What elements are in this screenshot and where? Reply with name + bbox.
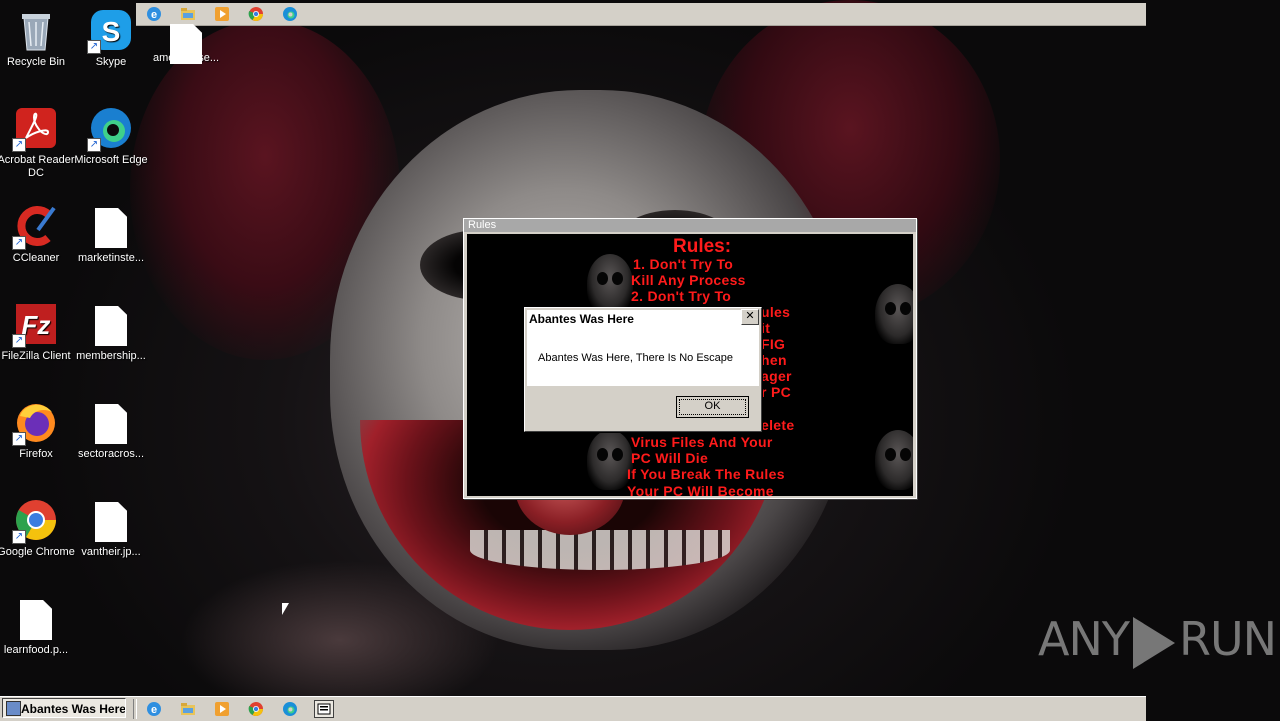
rules-heading: Rules: (673, 236, 732, 257)
desktop-icon-label: FileZilla Client (1, 350, 71, 362)
chrome-icon[interactable] (248, 701, 264, 717)
desktop-icon-filezilla[interactable]: Fz ↗ FileZilla Client (0, 302, 76, 363)
message-box-title-text: Abantes Was Here (529, 312, 634, 326)
shortcut-arrow-icon: ↗ (12, 432, 26, 446)
skull-icon (875, 284, 913, 344)
play-icon (1132, 616, 1175, 669)
message-box-text: Abantes Was Here, There Is No Escape (538, 352, 734, 364)
desktop-icon-label: Acrobat Reader DC (0, 154, 75, 179)
desktop-icon-learnfood[interactable]: learnfood.p... (0, 596, 76, 657)
file-icon (20, 600, 52, 640)
rule-line: ules (761, 304, 791, 320)
desktop-icon-label: marketinste... (77, 252, 145, 264)
file-icon (95, 502, 127, 542)
ie-icon[interactable]: e (146, 701, 162, 717)
firefox-icon: ↗ (12, 400, 58, 446)
edge-icon[interactable] (282, 701, 298, 717)
rules-window-title[interactable]: Rules (464, 219, 916, 232)
watermark-text-left: ANY (1038, 612, 1130, 666)
top-quicklaunch-bar: e (136, 3, 1146, 26)
filezilla-icon: Fz ↗ (12, 302, 58, 348)
file-icon (95, 404, 127, 444)
desktop-icon-label: sectoracros... (77, 448, 145, 460)
desktop-icon-membership[interactable]: membership... (71, 302, 151, 363)
desktop-icon-chrome[interactable]: ↗ Google Chrome (0, 498, 76, 559)
taskbar-button-abantes[interactable]: Abantes Was Here (2, 698, 126, 718)
shortcut-arrow-icon: ↗ (12, 334, 26, 348)
message-box-dialog[interactable]: Abantes Was Here ✕ Abantes Was Here, The… (524, 307, 762, 432)
taskbar-button-label: Abantes Was Here (21, 702, 126, 716)
file-icon (170, 24, 202, 64)
file-icon (95, 208, 127, 248)
close-icon: ✕ (745, 310, 755, 322)
explorer-icon[interactable] (180, 701, 196, 717)
desktop-icon-vantheir[interactable]: vantheir.jp... (71, 498, 151, 559)
rule-line: PC Will Die (631, 450, 709, 466)
skype-icon: S ↗ (87, 8, 133, 54)
rule-line: If You Break The Rules (627, 466, 785, 482)
desktop-icon-label: learnfood.p... (3, 644, 69, 656)
rule-line: Virus Files And Your (631, 434, 773, 450)
shortcut-arrow-icon: ↗ (12, 236, 26, 250)
taskbar-separator (133, 699, 137, 719)
desktop-icon-americanse[interactable]: americanse... (146, 8, 226, 65)
ccleaner-icon: ↗ (12, 204, 58, 250)
ok-button-focus-rect (679, 399, 746, 415)
desktop-icon-firefox[interactable]: ↗ Firefox (0, 400, 76, 461)
rule-line: Your PC Will Become (627, 483, 774, 496)
desktop-icon-acrobat[interactable]: ↗ Acrobat Reader DC (0, 106, 76, 180)
svg-text:S: S (102, 16, 121, 47)
edge-icon: ↗ (87, 106, 133, 152)
desktop-icon-label: Skype (95, 56, 127, 68)
chrome-icon[interactable] (248, 6, 264, 22)
desktop-icon-skype[interactable]: S ↗ Skype (71, 8, 151, 69)
skull-icon (875, 430, 913, 490)
app-window-icon[interactable] (314, 700, 334, 718)
rule-line: Kill Any Process (631, 272, 746, 288)
desktop-icon-marketinste[interactable]: marketinste... (71, 204, 151, 265)
edge-icon[interactable] (282, 6, 298, 22)
taskbar: Abantes Was Here e (0, 696, 1146, 721)
shortcut-arrow-icon: ↗ (12, 530, 26, 544)
media-player-icon[interactable] (214, 701, 230, 717)
rule-line: hen (761, 352, 787, 368)
wallpaper-clown-teeth (470, 530, 730, 570)
app-window-icon (6, 701, 21, 716)
mouse-cursor (282, 603, 289, 615)
file-icon (95, 306, 127, 346)
skull-icon (587, 254, 633, 314)
shortcut-arrow-icon: ↗ (87, 138, 101, 152)
message-box-title[interactable]: Abantes Was Here (527, 310, 759, 328)
desktop-icon-label: vantheir.jp... (81, 546, 141, 558)
recycle-bin-icon (14, 8, 58, 52)
shortcut-arrow-icon: ↗ (87, 40, 101, 54)
rule-line: r PC (761, 384, 791, 400)
desktop-icon-label: membership... (76, 350, 146, 362)
rule-line: 2. Don't Try To (631, 288, 732, 304)
desktop-icon-recycle-bin[interactable]: Recycle Bin (0, 8, 76, 69)
rule-line: FIG (761, 336, 786, 352)
rule-line: elete (761, 417, 795, 433)
rule-line: 1. Don't Try To (633, 256, 734, 272)
desktop-icon-sectoracros[interactable]: sectoracros... (71, 400, 151, 461)
shortcut-arrow-icon: ↗ (12, 138, 26, 152)
desktop-icon-label: Microsoft Edge (74, 154, 148, 166)
anyrun-watermark: ANY RUN (1038, 612, 1277, 669)
desktop-icon-ccleaner[interactable]: ↗ CCleaner (0, 204, 76, 265)
desktop-icon-label: Recycle Bin (6, 56, 66, 68)
desktop-icon-label: CCleaner (12, 252, 60, 264)
chrome-icon: ↗ (12, 498, 58, 544)
message-box-content: Abantes Was Here, There Is No Escape (527, 328, 759, 386)
desktop-icon-label: Firefox (19, 448, 53, 460)
close-button[interactable]: ✕ (741, 309, 759, 325)
desktop-icon-label: Google Chrome (0, 546, 75, 558)
ok-button[interactable]: OK (676, 396, 749, 418)
rule-line: it (761, 320, 771, 336)
acrobat-icon: ↗ (12, 106, 58, 152)
watermark-text-right: RUN (1178, 612, 1277, 666)
rule-line: ager (761, 368, 792, 384)
svg-text:e: e (151, 704, 157, 716)
desktop-icon-edge[interactable]: ↗ Microsoft Edge (71, 106, 151, 167)
